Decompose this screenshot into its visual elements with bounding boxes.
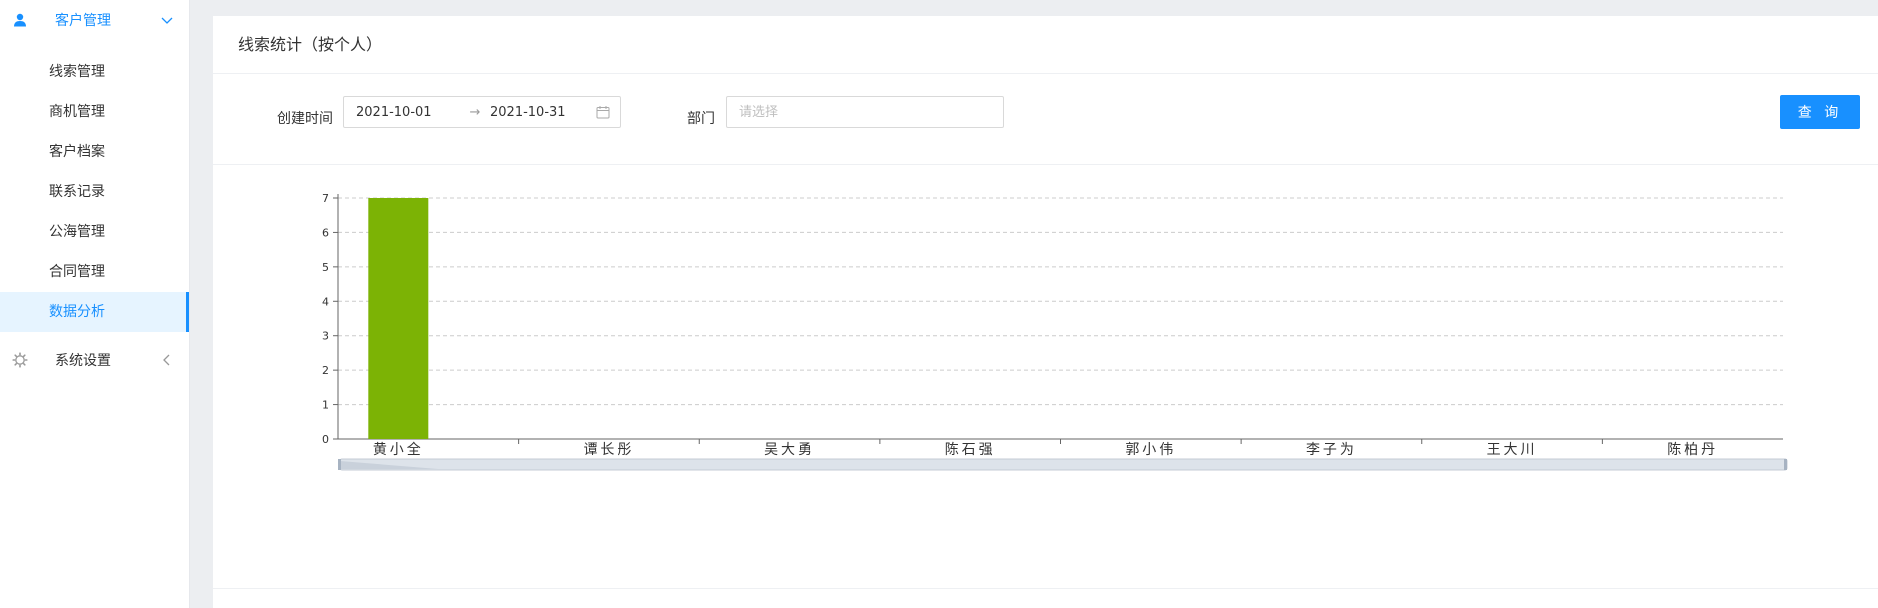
bar [368, 198, 429, 439]
chart-area: 0 1 2 3 4 5 6 7 黄小全 谭长彤 吴大勇 陈石强 郭小伟 李子为 王大川 陈柏丹 [213, 166, 1878, 596]
page-title: 线索统计（按个人） [213, 16, 1878, 74]
y-tick-label: 7 [322, 192, 329, 205]
y-tick-label: 6 [322, 226, 329, 239]
gear-icon [12, 352, 28, 368]
menu-group-label: 客户管理 [55, 13, 111, 29]
x-tick-label: 黄小全 [373, 441, 424, 458]
user-icon [12, 12, 28, 28]
query-button[interactable]: 查 询 [1780, 95, 1860, 129]
x-tick-label: 陈柏丹 [1667, 441, 1718, 458]
chevron-down-icon [159, 12, 175, 28]
end-date-input[interactable]: 2021-10-31 [490, 105, 590, 120]
menu-group-label: 系统设置 [55, 353, 111, 369]
data-zoom-handle-right[interactable] [1784, 459, 1787, 470]
y-tick-label: 3 [322, 330, 329, 343]
department-label: 部门 [687, 111, 715, 127]
y-tick-label: 0 [322, 433, 329, 446]
menu-group-system-settings[interactable]: 系统设置 [0, 340, 189, 380]
sidebar-item[interactable]: 数据分析 [0, 292, 189, 332]
bar-chart: 0 1 2 3 4 5 6 7 黄小全 谭长彤 吴大勇 陈石强 郭小伟 李子为 王大川 陈柏丹 [322, 192, 1788, 471]
x-tick-label: 王大川 [1487, 442, 1538, 458]
department-select[interactable] [726, 96, 1004, 128]
y-tick-label: 2 [322, 364, 329, 377]
sidebar-item[interactable]: 合同管理 [0, 252, 189, 292]
data-zoom-handle-left[interactable] [338, 459, 341, 470]
x-tick-label: 郭小伟 [1125, 441, 1176, 458]
range-separator: → [469, 104, 481, 120]
main-card: 线索统计（按个人） 创建时间 2021-10-01 → 2021-10-31 部… [213, 16, 1878, 608]
sidebar-item[interactable]: 商机管理 [0, 92, 189, 132]
x-tick-label: 吴大勇 [764, 442, 815, 458]
sidebar: 客户管理 线索管理 商机管理 客户档案 联系记录 公海管理 合同管理 数据分析 系统设置 [0, 0, 190, 608]
y-tick-label: 4 [322, 295, 329, 308]
date-range-picker[interactable]: 2021-10-01 → 2021-10-31 [343, 96, 621, 128]
x-tick-label: 李子为 [1306, 442, 1357, 458]
sidebar-item[interactable]: 联系记录 [0, 172, 189, 212]
customer-submenu: 线索管理 商机管理 客户档案 联系记录 公海管理 合同管理 数据分析 [0, 52, 189, 332]
data-zoom-slider[interactable] [339, 458, 1788, 471]
x-tick-label: 谭长彤 [583, 442, 634, 458]
sidebar-item[interactable]: 客户档案 [0, 132, 189, 172]
chevron-left-icon [159, 352, 175, 368]
y-tick-label: 1 [322, 399, 329, 412]
menu-group-customer-management[interactable]: 客户管理 [0, 0, 189, 40]
created-time-label: 创建时间 [277, 111, 333, 127]
divider [213, 588, 1878, 589]
sidebar-item[interactable]: 线索管理 [0, 52, 189, 92]
calendar-icon [596, 105, 610, 119]
sidebar-item[interactable]: 公海管理 [0, 212, 189, 252]
filter-bar: 创建时间 2021-10-01 → 2021-10-31 部门 查 询 [213, 74, 1878, 165]
y-tick-label: 5 [322, 261, 329, 274]
x-tick-label: 陈石强 [945, 441, 996, 458]
start-date-input[interactable]: 2021-10-01 [356, 105, 464, 120]
